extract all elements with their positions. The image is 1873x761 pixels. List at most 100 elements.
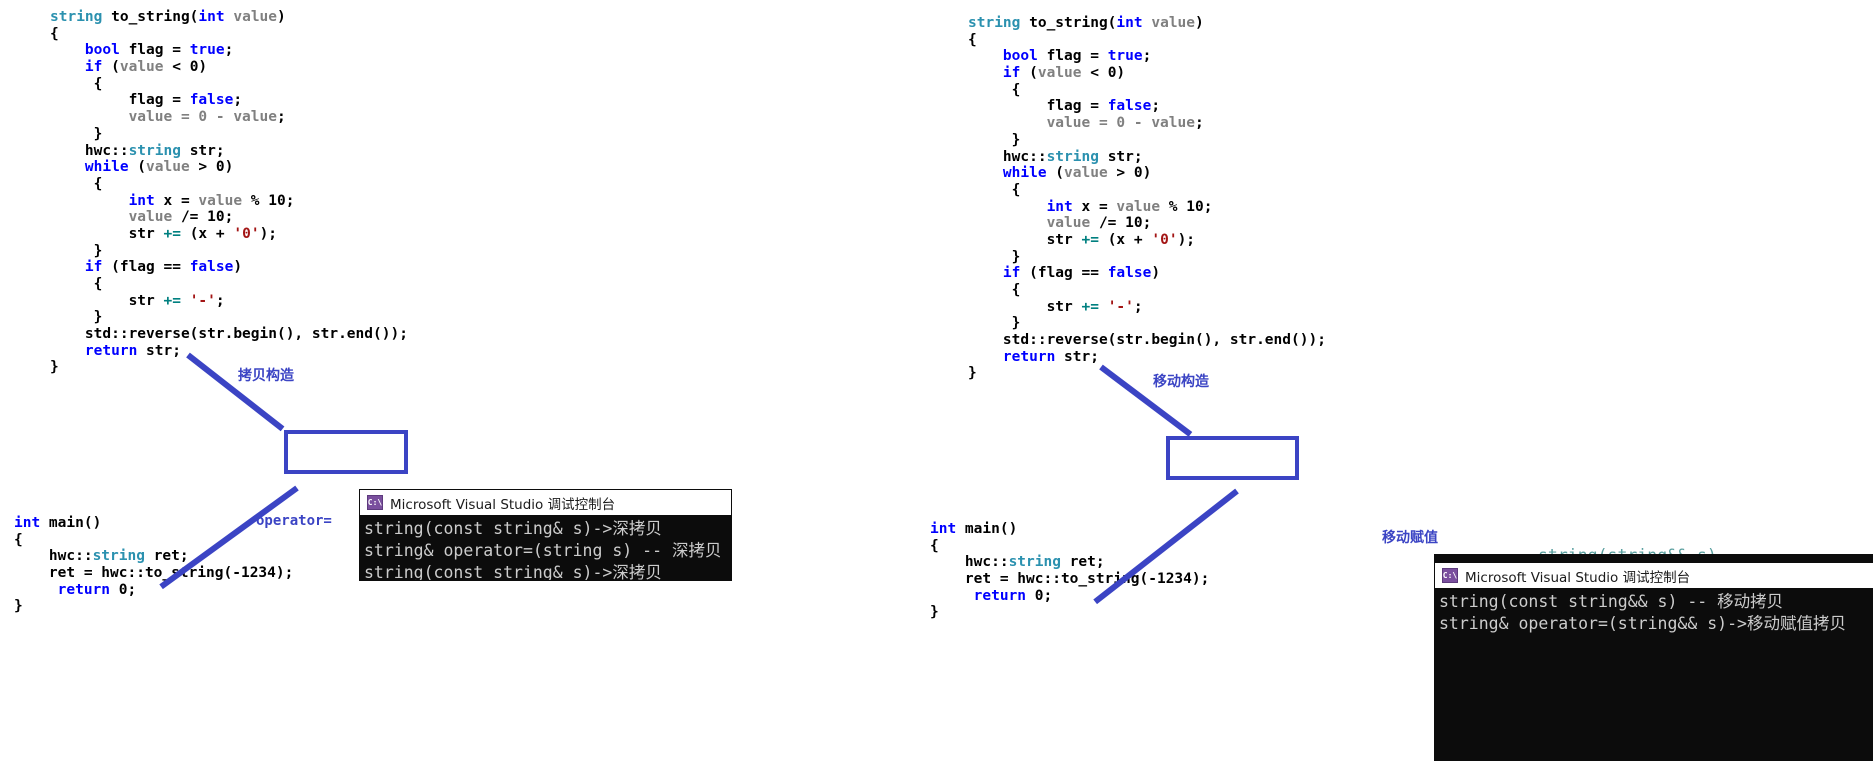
code-line: value = 0 - value; — [50, 109, 408, 126]
code-token: < 0) — [1081, 65, 1126, 82]
code-token: int — [930, 521, 957, 537]
code-token: > 0) — [1107, 165, 1152, 182]
code-token: (flag == — [1020, 265, 1108, 282]
code-token: str — [50, 225, 164, 242]
left-console-titlebar[interactable]: C:\ Microsoft Visual Studio 调试控制台 — [360, 490, 731, 515]
code-line: if (flag == false) — [50, 259, 408, 276]
code-line: if (value < 0) — [968, 65, 1326, 82]
code-token: main() — [40, 515, 102, 531]
code-token: string — [968, 15, 1030, 31]
code-token: hwc:: — [930, 554, 1009, 571]
code-token: /= 10; — [172, 209, 234, 226]
code-token: ) — [233, 259, 243, 276]
code-token: false — [1107, 265, 1152, 282]
code-token: hwc:: — [968, 148, 1047, 165]
code-line: flag = false; — [968, 98, 1326, 115]
code-token: } — [930, 604, 939, 621]
left-console-title: Microsoft Visual Studio 调试控制台 — [390, 496, 616, 513]
code-line: hwc::string ret; — [14, 548, 293, 565]
code-line: int x = value % 10; — [50, 193, 408, 210]
code-token: '-' — [1107, 298, 1134, 315]
code-token: (x + — [180, 225, 234, 242]
code-token: { — [968, 282, 1021, 298]
code-token: bool — [968, 48, 1038, 65]
code-token: ) — [277, 9, 286, 25]
code-token: to_string( — [111, 9, 199, 25]
code-token: '-' — [189, 292, 216, 309]
code-token: value — [146, 159, 190, 176]
code-token: false — [1107, 98, 1152, 115]
code-token: (x + — [1098, 231, 1152, 248]
console-output-line: string(const string& s)->深拷贝 — [364, 519, 662, 538]
code-token: x = — [1072, 198, 1117, 215]
code-token: ; — [1151, 98, 1161, 115]
code-token: if — [968, 65, 1021, 82]
code-token: % 10; — [242, 192, 295, 209]
code-token: 0; — [1026, 587, 1053, 604]
code-token: value — [968, 215, 1091, 232]
code-token: value — [198, 192, 243, 209]
code-token: { — [968, 31, 977, 48]
console-output-line: string(const string& s)->深拷贝 — [364, 563, 662, 580]
annotation-copy-constructor: 拷贝构造 — [238, 368, 294, 384]
code-token: ; — [233, 92, 243, 109]
code-token: value — [1064, 165, 1108, 182]
code-token: { — [50, 276, 103, 292]
code-token: value — [1142, 15, 1196, 31]
code-line: string to_string(int value) — [50, 9, 408, 26]
code-line: } — [930, 604, 1209, 621]
code-line: str += '-'; — [968, 299, 1326, 316]
code-token: { — [50, 75, 103, 92]
code-token: int — [968, 198, 1073, 215]
code-token: } — [968, 248, 1021, 265]
code-token: if — [50, 59, 103, 76]
code-token: str; — [1098, 148, 1143, 165]
code-line: value /= 10; — [968, 215, 1326, 232]
code-token: while — [968, 165, 1047, 182]
code-line: bool flag = true; — [50, 42, 408, 59]
code-token: ; — [215, 292, 225, 309]
code-token: ( — [128, 159, 147, 176]
code-line: ret = hwc::to_string(-1234); — [930, 571, 1209, 588]
left-main-function-source-code: int main(){ hwc::string ret; ret = hwc::… — [14, 515, 293, 615]
code-token: true — [189, 42, 225, 59]
left-to-string-source-code: string to_string(int value) { bool flag =… — [50, 9, 408, 376]
code-line: bool flag = true; — [968, 48, 1326, 65]
code-line: std::reverse(str.begin(), str.end()); — [50, 326, 408, 343]
code-line: str += (x + '0'); — [50, 226, 408, 243]
code-line: { — [50, 176, 408, 193]
code-token: str — [968, 298, 1082, 315]
code-line: hwc::string str; — [968, 149, 1326, 166]
left-debug-console-window[interactable]: C:\ Microsoft Visual Studio 调试控制台 string… — [360, 490, 731, 580]
code-token: value = 0 - value — [968, 115, 1195, 132]
code-line: str += (x + '0'); — [968, 232, 1326, 249]
code-line: } — [50, 309, 408, 326]
code-line: } — [968, 315, 1326, 332]
code-token: false — [189, 92, 234, 109]
code-token: ret = hwc::to_string(-1234); — [930, 571, 1210, 588]
right-main-function-source-code: int main(){ hwc::string ret; ret = hwc::… — [930, 521, 1209, 621]
code-token: } — [50, 359, 59, 376]
code-token: 0; — [110, 581, 137, 598]
code-token: str; — [137, 342, 181, 359]
code-token: int — [1116, 15, 1143, 31]
right-debug-console-window[interactable]: C:\ Microsoft Visual Studio 调试控制台 string… — [1435, 555, 1873, 761]
code-line: return str; — [968, 349, 1326, 366]
code-token: += — [1081, 298, 1099, 315]
code-token: string — [1046, 148, 1099, 165]
code-token: ); — [1177, 231, 1196, 248]
cmd-prompt-icon-glyph: C:\ — [367, 497, 383, 507]
code-token: > 0) — [189, 159, 234, 176]
code-token: flag = — [119, 42, 190, 59]
code-token: hwc:: — [50, 142, 129, 159]
code-line: std::reverse(str.begin(), str.end()); — [968, 332, 1326, 349]
code-token: += — [1081, 231, 1099, 248]
code-line: } — [14, 598, 293, 615]
code-token: (flag == — [102, 259, 190, 276]
code-line: string to_string(int value) — [968, 15, 1326, 32]
code-line: { — [968, 82, 1326, 99]
console-output-line: string(const string&& s) -- 移动拷贝 — [1439, 592, 1784, 611]
code-token: { — [14, 531, 23, 548]
right-console-titlebar[interactable]: C:\ Microsoft Visual Studio 调试控制台 — [1435, 563, 1873, 588]
